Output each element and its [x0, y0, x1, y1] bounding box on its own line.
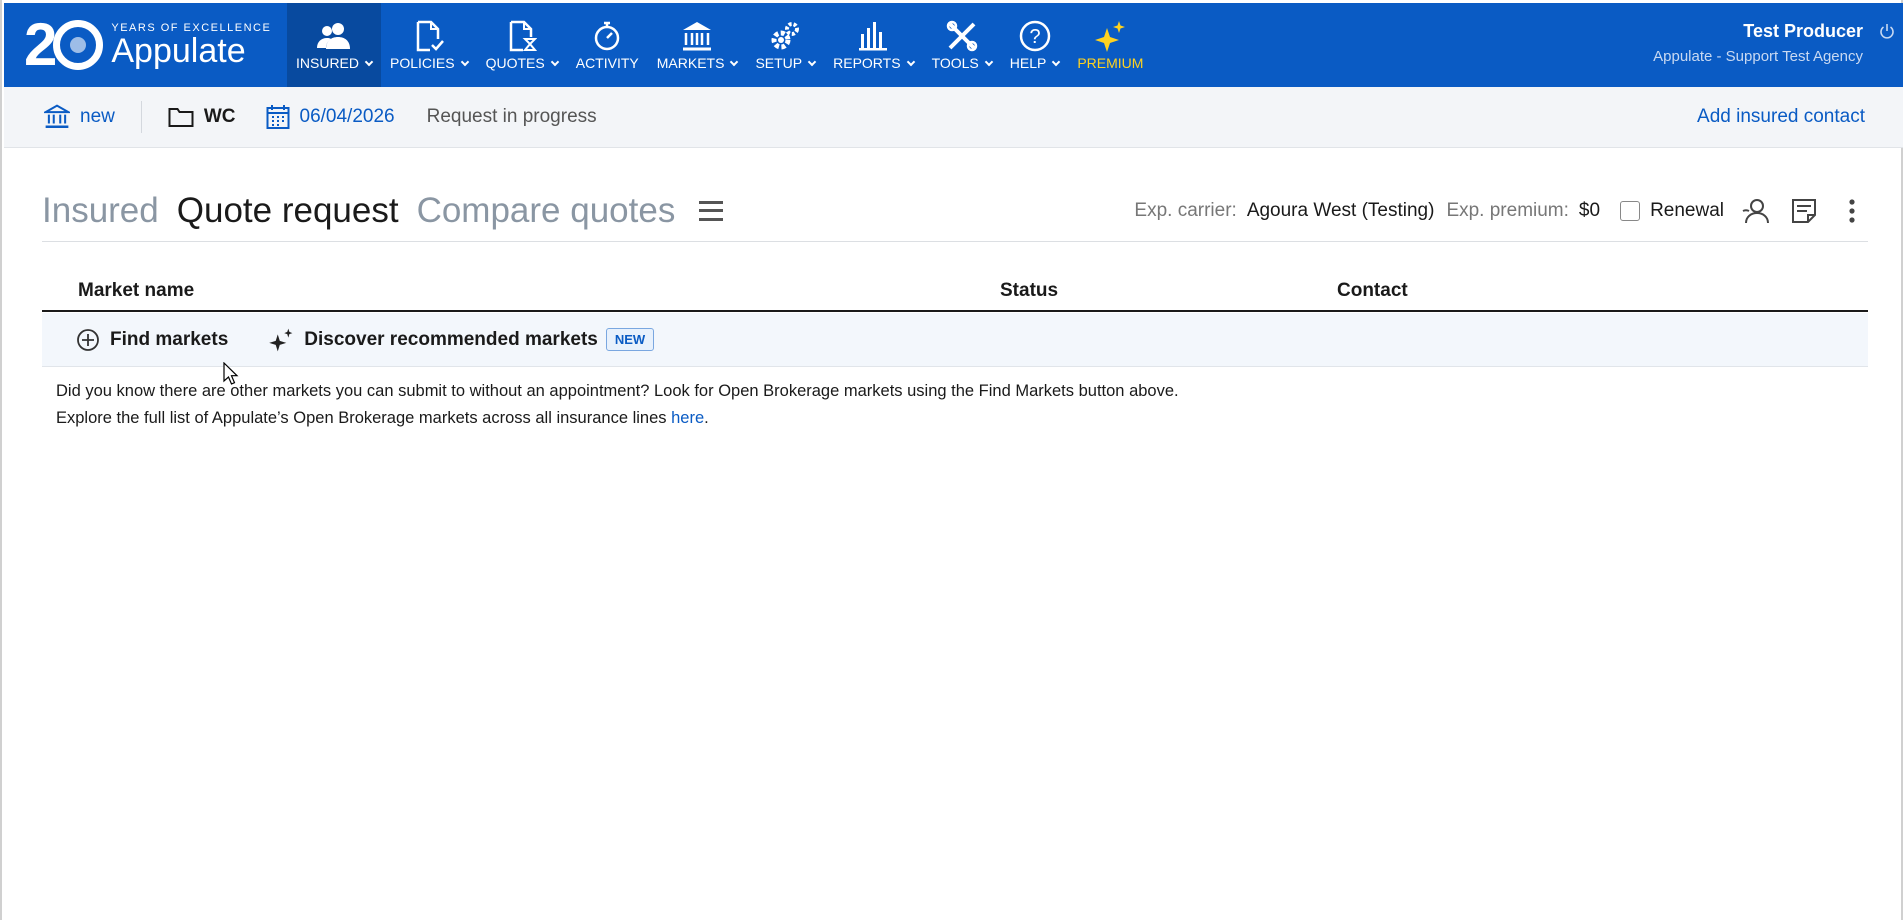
nav-tools[interactable]: TOOLS [923, 3, 1001, 87]
info-line-2: Explore the full list of Appulate’s Open… [56, 405, 1179, 432]
user-agency: Appulate - Support Test Agency [1653, 48, 1863, 65]
nav-reports-label: REPORTS [833, 55, 901, 71]
new-badge: NEW [605, 328, 655, 351]
effective-date[interactable]: 06/04/2026 [266, 104, 395, 130]
nav-markets-label: MARKETS [656, 55, 725, 71]
info-line-2-end: . [704, 409, 709, 427]
app-frame: 2 YEARS OF EXCELLENCE Appulate INSURED P… [0, 0, 1903, 920]
contacts-icon[interactable] [1740, 195, 1772, 227]
column-status: Status [1000, 280, 1059, 301]
tabs-row: Insured Quote request Compare quotes Exp… [42, 180, 1868, 242]
nav-activity-label: ACTIVITY [575, 55, 639, 71]
users-icon [317, 19, 351, 53]
nav-setup[interactable]: SETUP [746, 3, 824, 87]
logo-name: Appulate [111, 32, 246, 70]
svg-text:?: ? [1029, 26, 1040, 48]
nav-premium[interactable]: PREMIUM [1068, 3, 1152, 87]
tab-insured[interactable]: Insured [42, 191, 159, 231]
user-name: Test Producer [1743, 21, 1863, 41]
exp-carrier-value: Agoura West (Testing) [1246, 199, 1435, 221]
open-brokerage-link[interactable]: here [671, 409, 704, 427]
insured-summary-bar: new WC 06/04/2026 Request in progress Ad… [4, 87, 1903, 148]
user-menu[interactable]: Test Producer Appulate - Support Test Ag… [1653, 3, 1903, 87]
menu-icon[interactable] [699, 200, 724, 221]
more-options-icon[interactable] [1836, 195, 1868, 227]
bank-icon [44, 104, 70, 128]
chevron-down-icon [1052, 57, 1061, 66]
nav-help[interactable]: ? HELP [1001, 3, 1069, 87]
tab-quote-request[interactable]: Quote request [177, 191, 399, 231]
request-status: Request in progress [426, 106, 597, 127]
markets-table-header: Market name Status Contact [42, 272, 1868, 312]
chevron-down-icon [906, 57, 915, 66]
nav-activity[interactable]: ACTIVITY [567, 3, 648, 87]
column-contact: Contact [1337, 280, 1408, 301]
chevron-down-icon [807, 57, 817, 66]
nav-quotes[interactable]: QUOTES [477, 3, 567, 87]
insured-name: new [80, 106, 115, 127]
chevron-down-icon [984, 57, 994, 66]
nav-policies[interactable]: POLICIES [381, 3, 477, 87]
nav-help-label: HELP [1009, 55, 1047, 71]
nav-premium-label: PREMIUM [1077, 55, 1144, 71]
markets-actions-row: Find markets Discover recommended market… [42, 313, 1868, 367]
nav-markets[interactable]: MARKETS [648, 3, 747, 87]
chevron-down-icon [460, 57, 469, 66]
sparkle-icon [1093, 19, 1127, 53]
stopwatch-icon [590, 19, 624, 53]
nav-tools-label: TOOLS [931, 55, 979, 71]
question-circle-icon: ? [1018, 19, 1052, 53]
chevron-down-icon [730, 57, 739, 66]
document-check-icon [412, 19, 446, 53]
nav-quotes-label: QUOTES [485, 55, 545, 71]
add-insured-contact-link[interactable]: Add insured contact [1697, 106, 1865, 128]
document-hourglass-icon [505, 19, 539, 53]
line-of-business: WC [168, 106, 236, 128]
calendar-icon [266, 105, 290, 129]
open-brokerage-info: Did you know there are other markets you… [56, 378, 1179, 432]
exp-carrier-label: Exp. carrier: [1134, 199, 1237, 221]
folder-icon [168, 108, 194, 127]
logo[interactable]: 2 YEARS OF EXCELLENCE Appulate [4, 3, 287, 87]
renewal-label: Renewal [1650, 199, 1724, 221]
effective-date-value: 06/04/2026 [299, 106, 395, 127]
find-markets-label: Find markets [110, 328, 229, 350]
info-line-2-text: Explore the full list of Appulate’s Open… [56, 409, 672, 427]
discover-markets-button[interactable]: Discover recommended markets [268, 327, 598, 353]
exp-premium-label: Exp. premium: [1446, 199, 1569, 221]
nav-policies-label: POLICIES [390, 55, 455, 71]
gears-icon [768, 19, 802, 53]
discover-markets-label: Discover recommended markets [304, 328, 598, 350]
divider [140, 101, 142, 133]
sparkle-icon [269, 328, 293, 351]
logo-years: 2 [24, 15, 104, 75]
wrench-screwdriver-icon [945, 19, 979, 53]
tab-compare-quotes[interactable]: Compare quotes [417, 191, 676, 231]
renewal-checkbox[interactable] [1620, 200, 1641, 221]
nav-reports[interactable]: REPORTS [824, 3, 922, 87]
power-icon[interactable] [1879, 23, 1895, 39]
nav-insured-label: INSURED [296, 55, 360, 71]
mouse-cursor-icon [223, 362, 239, 385]
line-code: WC [203, 106, 236, 127]
nav-insured[interactable]: INSURED [287, 3, 382, 87]
top-nav: 2 YEARS OF EXCELLENCE Appulate INSURED P… [4, 3, 1903, 87]
chevron-down-icon [550, 57, 559, 66]
notes-icon[interactable] [1788, 195, 1820, 227]
exp-premium-value: $0 [1578, 199, 1601, 221]
bar-chart-icon [856, 19, 890, 53]
bank-icon [680, 19, 714, 53]
column-market-name: Market name [78, 280, 195, 301]
chevron-down-icon [364, 57, 374, 66]
nav-setup-label: SETUP [755, 55, 803, 71]
find-markets-button[interactable]: Find markets [76, 328, 228, 352]
insured-name-link[interactable]: new [44, 104, 115, 130]
plus-circle-icon [77, 328, 99, 351]
